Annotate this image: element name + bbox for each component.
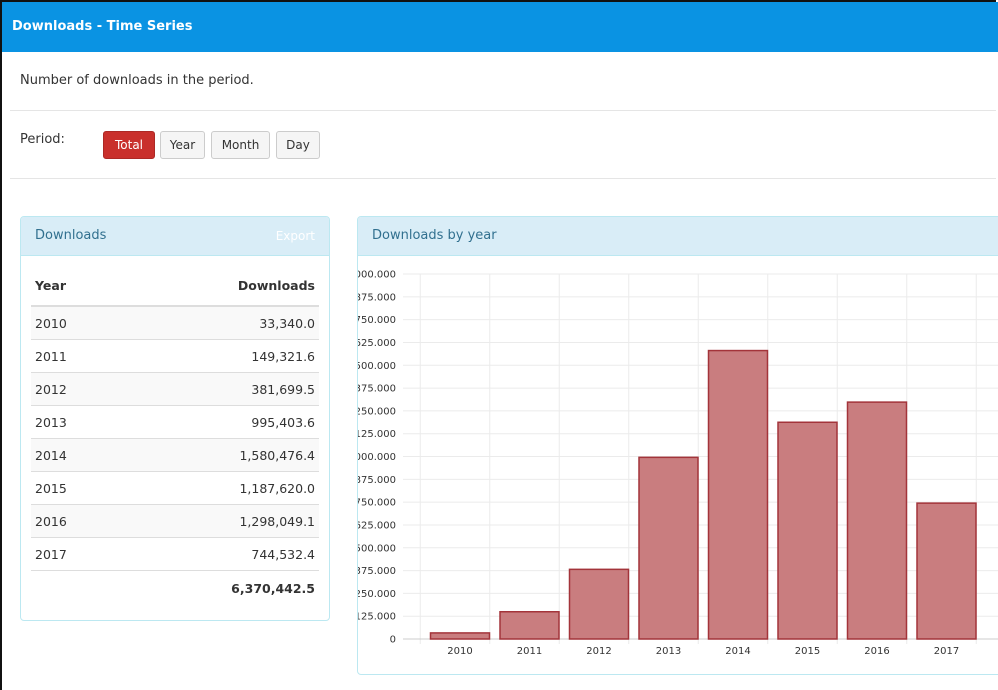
table-row: 2010 33,340.0 (31, 306, 319, 340)
y-tick-label: 500.000 (358, 543, 396, 554)
period-month-button[interactable]: Month (211, 131, 270, 159)
y-tick-label: 1.125.000 (358, 429, 396, 440)
export-link[interactable]: Export (276, 217, 315, 255)
panel-title: Downloads (35, 228, 107, 243)
year-cell: 2010 (31, 306, 119, 340)
table-row: 2016 1,298,049.1 (31, 504, 319, 538)
bar (499, 610, 560, 640)
total-cell: 6,370,442.5 (118, 570, 319, 605)
y-tick-label: 1.250.000 (358, 406, 396, 417)
y-tick-label: 1.375.000 (358, 384, 396, 395)
bar (707, 349, 769, 640)
x-tick-label: 2013 (656, 646, 681, 657)
bar (429, 632, 491, 640)
bar (568, 568, 630, 640)
divider (10, 110, 996, 111)
column-header-downloads: Downloads (118, 265, 319, 307)
y-tick-label: 1.750.000 (358, 315, 396, 326)
year-cell: 2017 (31, 537, 119, 571)
period-year-button[interactable]: Year (160, 131, 205, 159)
x-tick-label: 2010 (447, 646, 472, 657)
year-cell: 2015 (31, 471, 119, 505)
x-tick-label: 2014 (725, 646, 750, 657)
year-cell: 2013 (31, 405, 119, 439)
y-tick-label: 125.000 (358, 612, 396, 623)
year-cell: 2012 (31, 372, 119, 406)
x-tick-label: 2016 (864, 646, 889, 657)
y-tick-label: 750.000 (358, 498, 396, 509)
bar (638, 456, 699, 640)
downloads-cell: 149,321.6 (118, 339, 319, 373)
downloads-cell: 744,532.4 (118, 537, 319, 571)
panel-title: Downloads by year (372, 228, 497, 243)
period-day-button[interactable]: Day (276, 131, 320, 159)
y-tick-label: 1.625.000 (358, 338, 396, 349)
table-row: 2014 1,580,476.4 (31, 438, 319, 472)
y-tick-label: 2.000.000 (358, 270, 396, 281)
bar (916, 502, 977, 640)
downloads-table-panel: Downloads Export Year Downloads 2010 33,… (20, 216, 330, 621)
table-row: 2012 381,699.5 (31, 372, 319, 406)
y-tick-label: 1.875.000 (358, 292, 396, 303)
y-tick-label: 875.000 (358, 475, 396, 486)
y-tick-label: 375.000 (358, 566, 396, 577)
y-tick-label: 0 (390, 635, 396, 646)
downloads-cell: 1,187,620.0 (118, 471, 319, 505)
page-header: Downloads - Time Series (2, 2, 998, 52)
column-header-year: Year (31, 265, 119, 307)
bar (846, 401, 908, 640)
downloads-cell: 381,699.5 (118, 372, 319, 406)
table-row: 2011 149,321.6 (31, 339, 319, 373)
table-row: 2013 995,403.6 (31, 405, 319, 439)
year-cell: 2011 (31, 339, 119, 373)
total-label-cell (31, 570, 119, 605)
period-label: Period: (20, 132, 65, 147)
panel-heading: Downloads by year (358, 217, 998, 256)
total-row: 6,370,442.5 (31, 570, 319, 605)
y-tick-label: 1.500.000 (358, 361, 396, 372)
downloads-cell: 33,340.0 (118, 306, 319, 340)
downloads-cell: 995,403.6 (118, 405, 319, 439)
table-row: 2017 744,532.4 (31, 537, 319, 571)
downloads-cell: 1,580,476.4 (118, 438, 319, 472)
year-cell: 2014 (31, 438, 119, 472)
x-tick-label: 2012 (586, 646, 611, 657)
x-tick-label: 2017 (934, 646, 959, 657)
downloads-cell: 1,298,049.1 (118, 504, 319, 538)
year-cell: 2016 (31, 504, 119, 538)
x-tick-label: 2015 (795, 646, 820, 657)
downloads-table: Year Downloads 2010 33,340.0 2011 149,32… (31, 265, 319, 605)
period-total-button[interactable]: Total (103, 131, 155, 159)
divider (10, 178, 996, 179)
panel-heading: Downloads Export (21, 217, 329, 256)
downloads-chart-panel: Downloads by year 0 125.000 250.000 375.000… (357, 216, 998, 675)
page-description: Number of downloads in the period. (20, 73, 254, 88)
downloads-bar-chart: 0 125.000 250.000 375.000 500.000 625.000 750.… (358, 270, 998, 657)
table-row: 2015 1,187,620.0 (31, 471, 319, 505)
page-title: Downloads - Time Series (12, 19, 193, 34)
table-header-row: Year Downloads (31, 265, 319, 307)
y-tick-label: 250.000 (358, 589, 396, 600)
bar (777, 421, 838, 640)
x-tick-label: 2011 (517, 646, 542, 657)
y-tick-label: 625.000 (358, 520, 396, 531)
y-tick-label: 1.000.000 (358, 452, 396, 463)
